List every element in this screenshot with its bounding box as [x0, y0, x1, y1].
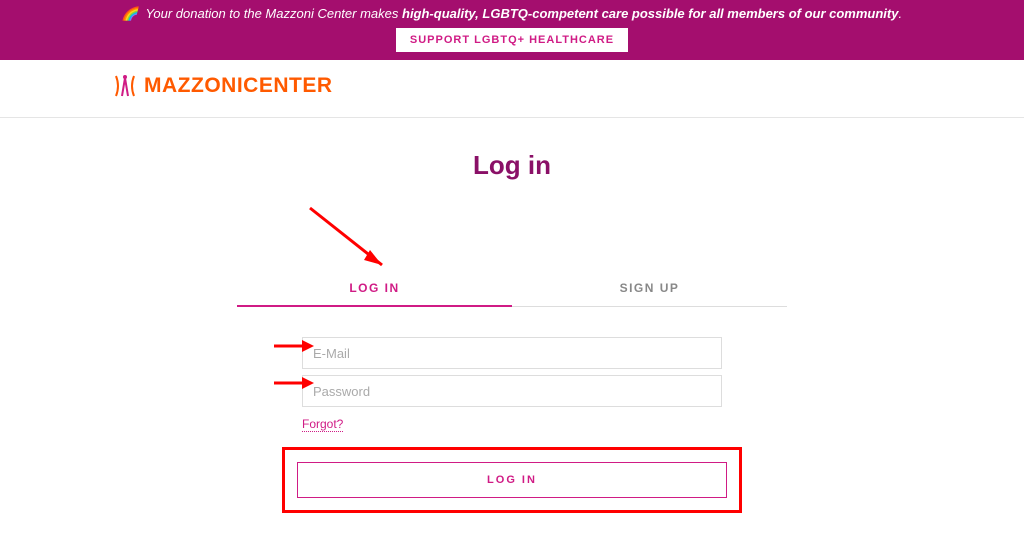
- support-healthcare-button[interactable]: SUPPORT LGBTQ+ HEALTHCARE: [396, 28, 628, 52]
- banner-text: 🌈 Your donation to the Mazzoni Center ma…: [0, 6, 1024, 22]
- tab-signup[interactable]: SIGN UP: [512, 281, 787, 307]
- logo-link[interactable]: MAZZONI CENTER: [112, 74, 333, 98]
- password-field[interactable]: [302, 375, 722, 407]
- donation-banner: 🌈 Your donation to the Mazzoni Center ma…: [0, 0, 1024, 60]
- rainbow-icon: 🌈: [122, 6, 138, 21]
- email-field[interactable]: [302, 337, 722, 369]
- tab-login[interactable]: LOG IN: [237, 281, 512, 307]
- logo-word-2: CENTER: [243, 74, 332, 98]
- site-header: MAZZONI CENTER: [0, 60, 1024, 118]
- logo-word-1: MAZZONI: [144, 74, 243, 98]
- auth-tabs: LOG IN SIGN UP: [237, 281, 787, 307]
- login-button[interactable]: LOG IN: [297, 462, 727, 498]
- main-content: Log in LOG IN SIGN UP Forgot? LOG IN: [0, 150, 1024, 513]
- annotation-highlight-box: LOG IN: [282, 447, 742, 513]
- forgot-password-link[interactable]: Forgot?: [302, 417, 343, 432]
- logo-icon: [112, 74, 138, 98]
- page-title: Log in: [0, 150, 1024, 181]
- login-form: Forgot? LOG IN: [302, 337, 722, 513]
